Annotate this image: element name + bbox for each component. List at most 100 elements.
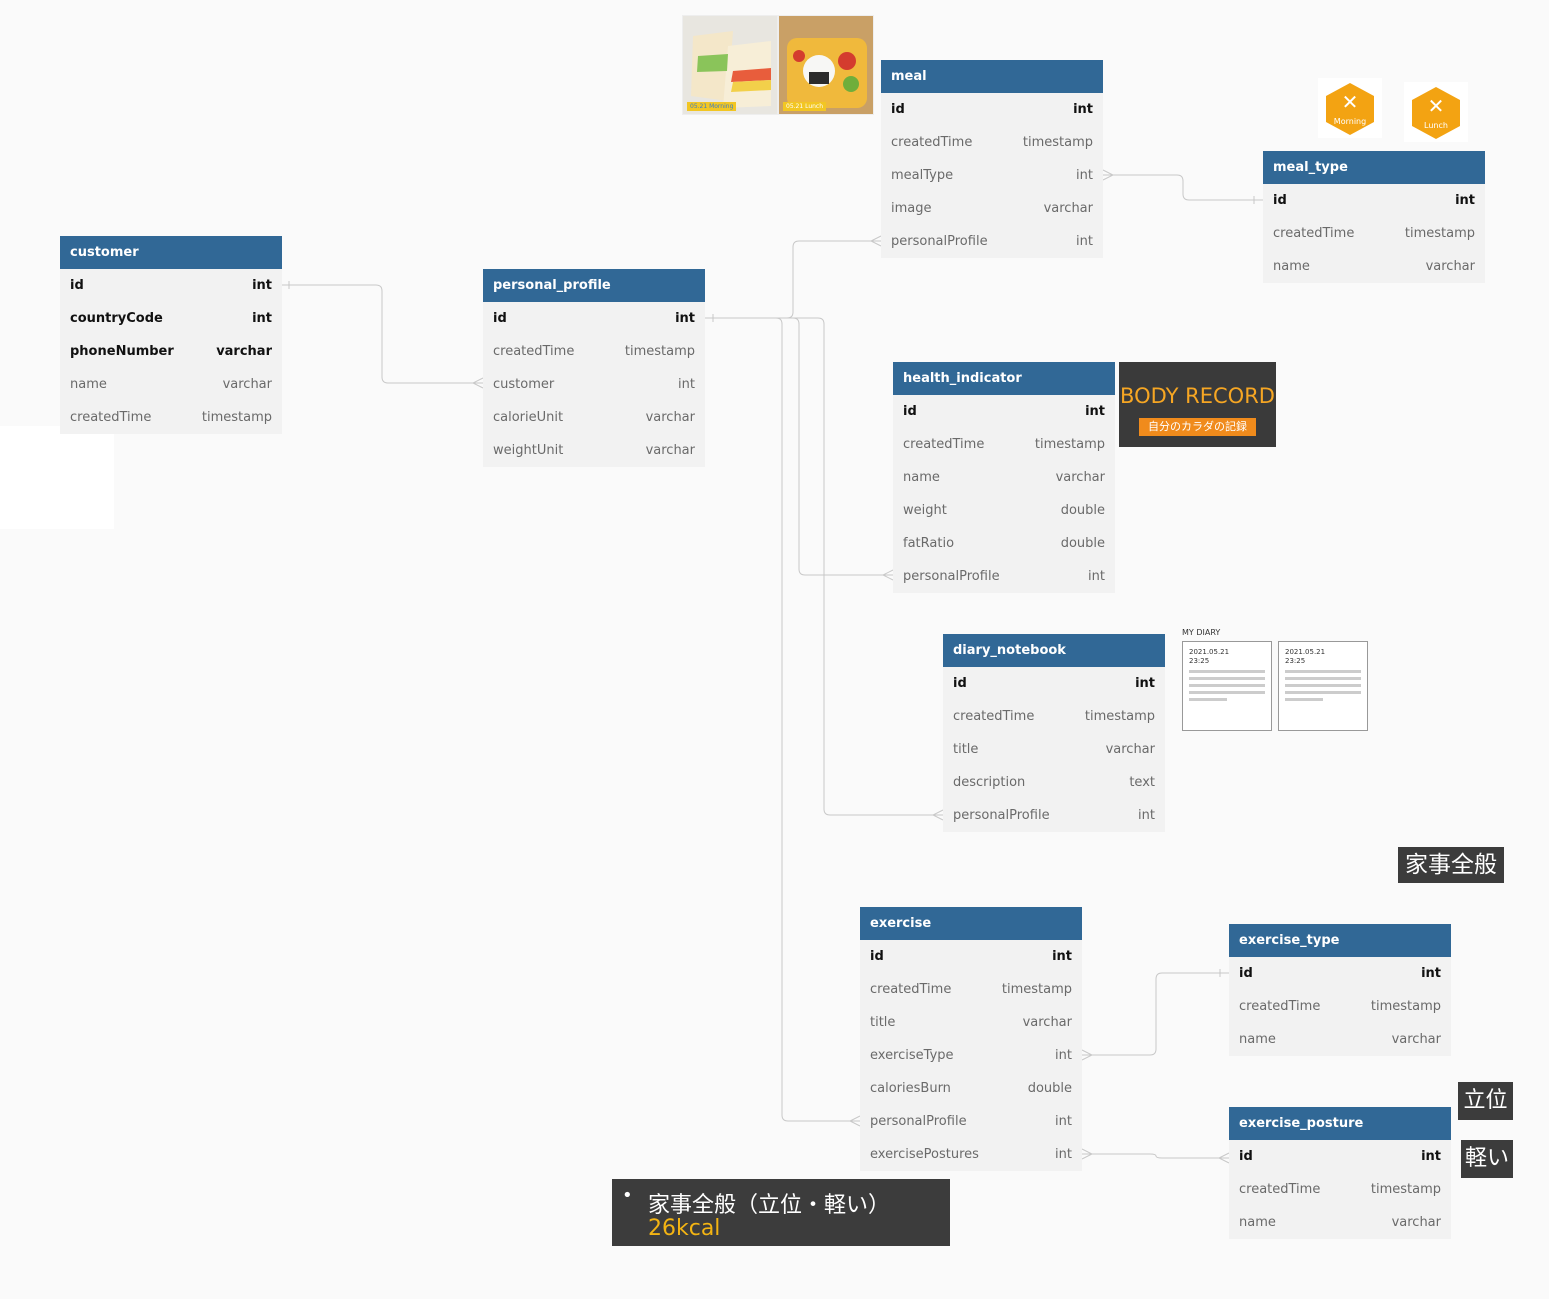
exercise-example-calories: 26kcal	[648, 1216, 721, 1241]
column-type: timestamp	[1370, 999, 1441, 1014]
table-row[interactable]: countryCode int	[60, 302, 282, 335]
table-row[interactable]: exerciseType int	[860, 1039, 1082, 1072]
table-row[interactable]: id int	[483, 302, 705, 335]
table-row[interactable]: createdTime timestamp	[1263, 217, 1485, 250]
table-row[interactable]: name varchar	[1229, 1206, 1451, 1239]
column-type: int	[252, 278, 272, 293]
table-row[interactable]: name varchar	[1229, 1023, 1451, 1056]
column-type: int	[1085, 404, 1105, 419]
table-meal-type[interactable]: meal_type id int createdTime timestamp name va…	[1263, 151, 1485, 283]
column-type: int	[1055, 1048, 1072, 1063]
table-row[interactable]: name varchar	[60, 368, 282, 401]
table-meal[interactable]: meal id int createdTime timestamp mealType int…	[881, 60, 1103, 258]
column-type: timestamp	[624, 344, 695, 359]
table-header[interactable]: exercise	[860, 907, 1082, 940]
table-row[interactable]: createdTime timestamp	[893, 428, 1115, 461]
table-row[interactable]: id int	[1263, 184, 1485, 217]
column-type: int	[1138, 808, 1155, 823]
table-row[interactable]: id int	[1229, 957, 1451, 990]
table-row[interactable]: caloriesBurn double	[860, 1072, 1082, 1105]
column-type: varchar	[1425, 259, 1475, 274]
table-row[interactable]: id int	[881, 93, 1103, 126]
column-name: id	[903, 404, 917, 419]
table-row[interactable]: name varchar	[1263, 250, 1485, 283]
table-row[interactable]: image varchar	[881, 192, 1103, 225]
column-name: title	[953, 742, 979, 757]
table-row[interactable]: id int	[943, 667, 1165, 700]
table-row[interactable]: title varchar	[860, 1006, 1082, 1039]
column-name: name	[1239, 1032, 1276, 1047]
exercise-example-card: • 家事全般（立位・軽い） 26kcal	[612, 1179, 950, 1246]
column-name: customer	[493, 377, 555, 392]
column-type: timestamp	[1022, 135, 1093, 150]
table-row[interactable]: customer int	[483, 368, 705, 401]
table-row[interactable]: personalProfile int	[893, 560, 1115, 593]
column-type: timestamp	[1404, 226, 1475, 241]
table-exercise[interactable]: exercise id int createdTime timestamp title va…	[860, 907, 1082, 1171]
column-type: varchar	[1022, 1015, 1072, 1030]
table-row[interactable]: personalProfile int	[943, 799, 1165, 832]
column-name: createdTime	[493, 344, 575, 359]
column-name: createdTime	[70, 410, 152, 425]
table-exercise-posture[interactable]: exercise_posture id int createdTime timestam…	[1229, 1107, 1451, 1239]
column-name: exercisePostures	[870, 1147, 979, 1162]
diary-time: 23:25	[1189, 657, 1210, 665]
table-row[interactable]: createdTime timestamp	[60, 401, 282, 434]
table-customer[interactable]: customer id int countryCode int phoneNumber va…	[60, 236, 282, 434]
table-row[interactable]: exercisePostures int	[860, 1138, 1082, 1171]
column-type: int	[1455, 193, 1475, 208]
lunch-badge-label: Lunch	[1424, 121, 1448, 130]
table-row[interactable]: weightUnit varchar	[483, 434, 705, 467]
table-row[interactable]: phoneNumber varchar	[60, 335, 282, 368]
table-row[interactable]: mealType int	[881, 159, 1103, 192]
column-name: createdTime	[870, 982, 952, 997]
column-name: id	[70, 278, 84, 293]
table-row[interactable]: name varchar	[893, 461, 1115, 494]
table-header[interactable]: health_indicator	[893, 362, 1115, 395]
column-type: int	[675, 311, 695, 326]
table-row[interactable]: createdTime timestamp	[1229, 990, 1451, 1023]
exercise-example-name: 家事全般（立位・軽い）	[648, 1193, 891, 1218]
table-diary-notebook[interactable]: diary_notebook id int createdTime timestamp t…	[943, 634, 1165, 832]
table-row[interactable]: weight double	[893, 494, 1115, 527]
lunch-badge: ✕ Lunch	[1404, 82, 1468, 142]
column-name: fatRatio	[903, 536, 955, 551]
table-header[interactable]: exercise_type	[1229, 924, 1451, 957]
column-name: image	[891, 201, 932, 216]
table-row[interactable]: createdTime timestamp	[881, 126, 1103, 159]
table-row[interactable]: id int	[1229, 1140, 1451, 1173]
table-row[interactable]: createdTime timestamp	[943, 700, 1165, 733]
table-row[interactable]: id int	[860, 940, 1082, 973]
table-row[interactable]: personalProfile int	[860, 1105, 1082, 1138]
table-row[interactable]: personalProfile int	[881, 225, 1103, 258]
table-row[interactable]: createdTime timestamp	[860, 973, 1082, 1006]
table-row[interactable]: calorieUnit varchar	[483, 401, 705, 434]
column-type: int	[1073, 102, 1093, 117]
table-header[interactable]: personal_profile	[483, 269, 705, 302]
table-row[interactable]: description text	[943, 766, 1165, 799]
column-type: timestamp	[1001, 982, 1072, 997]
table-exercise-type[interactable]: exercise_type id int createdTime timestamp na…	[1229, 924, 1451, 1056]
table-header[interactable]: diary_notebook	[943, 634, 1165, 667]
column-name: createdTime	[903, 437, 985, 452]
column-name: personalProfile	[870, 1114, 967, 1129]
table-header[interactable]: meal_type	[1263, 151, 1485, 184]
table-personal-profile[interactable]: personal_profile id int createdTime timestam…	[483, 269, 705, 467]
column-type: double	[1060, 503, 1105, 518]
column-name: createdTime	[1273, 226, 1355, 241]
light-label: 軽い	[1461, 1140, 1513, 1178]
column-name: name	[903, 470, 940, 485]
table-row[interactable]: title varchar	[943, 733, 1165, 766]
table-row[interactable]: createdTime timestamp	[1229, 1173, 1451, 1206]
table-row[interactable]: id int	[893, 395, 1115, 428]
column-name: personalProfile	[891, 234, 988, 249]
table-row[interactable]: fatRatio double	[893, 527, 1115, 560]
column-type: int	[1076, 234, 1093, 249]
table-row[interactable]: id int	[60, 269, 282, 302]
table-health-indicator[interactable]: health_indicatorid int createdTime timestam…	[893, 362, 1115, 593]
column-name: createdTime	[1239, 999, 1321, 1014]
table-header[interactable]: exercise_posture	[1229, 1107, 1451, 1140]
table-row[interactable]: createdTime timestamp	[483, 335, 705, 368]
table-header[interactable]: meal	[881, 60, 1103, 93]
table-header[interactable]: customer	[60, 236, 282, 269]
